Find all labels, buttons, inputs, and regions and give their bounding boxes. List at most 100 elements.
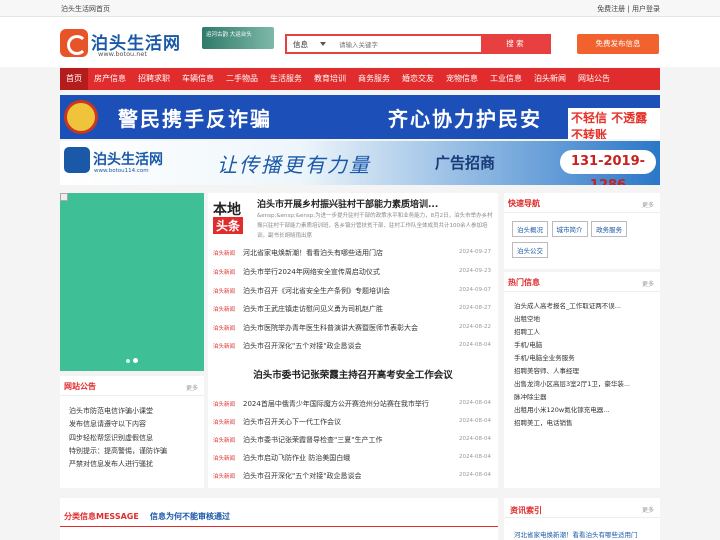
nav-item-industry[interactable]: 工业信息	[484, 68, 528, 90]
news-row[interactable]: 泊头新闻 泊头市举行2024年网络安全宣传周启动仪式 2024-09-23	[213, 265, 495, 278]
notice-item[interactable]: 特别提示：提高警惕，谨防诈骗	[69, 446, 167, 459]
news-category: 泊头新闻	[213, 402, 236, 408]
news-headline-2[interactable]: 泊头市委书记张荣霞主持召开高考安全工作会议	[208, 367, 498, 381]
nav-item-dating[interactable]: 婚恋交友	[396, 68, 440, 90]
nav-item-home[interactable]: 首页	[60, 68, 88, 90]
news-row[interactable]: 泊头新闻 泊头市医院举办青年医生科普演讲大赛暨医师节表彰大会 2024-08-2…	[213, 321, 495, 334]
search-button[interactable]: 搜 索	[481, 36, 549, 52]
banner-slogan-left: 警民携手反诈骗	[118, 107, 272, 131]
image-slider[interactable]	[60, 193, 204, 371]
search-input[interactable]	[339, 38, 479, 51]
hot-info-item[interactable]: 出租用小米120w氮化镓充电器...	[514, 404, 630, 417]
news-title[interactable]: 河北省家电焕新潮！看看泊头有哪些适用门店	[243, 248, 383, 258]
hot-info-title: 热门信息	[508, 278, 540, 287]
news-date: 2024-08-04	[459, 454, 491, 460]
quick-nav-tags: 泊头概况 城市简介 政务服务 泊头公交	[512, 221, 656, 263]
small-banner-text-1: 运河古韵	[206, 32, 229, 38]
broken-image-icon	[60, 193, 68, 201]
news-date: 2024-08-04	[459, 400, 491, 406]
hot-info-item[interactable]: 出租空地	[514, 313, 630, 326]
news-title[interactable]: 泊头市王武庄镇走访慰问见义勇为司机赵广胜	[243, 304, 383, 314]
notice-item[interactable]: 泊头市防范电信诈骗小课堂	[69, 406, 167, 419]
logo-mark-icon	[60, 29, 88, 57]
nav-item-education[interactable]: 教育培训	[308, 68, 352, 90]
hot-info-item[interactable]: 泊头成人高考报名_工作取证两不误...	[514, 300, 630, 313]
news-index-card: 资讯索引 更多 河北省家电焕新潮！看看泊头有哪些适用门	[504, 498, 660, 540]
nav-item-business[interactable]: 商务服务	[352, 68, 396, 90]
news-title[interactable]: 2024首届中俄青少年国际魔方公开赛沧州分站赛在我市举行	[243, 399, 429, 409]
news-title[interactable]: 泊头市召开关心下一代工作会议	[243, 417, 341, 427]
news-date: 2024-09-23	[459, 268, 491, 274]
notice-more-link[interactable]: 更多	[186, 383, 198, 392]
news-category: 泊头新闻	[213, 326, 236, 332]
small-banner[interactable]: 运河古韵 大运台头	[202, 27, 274, 49]
banner-slogan-right: 不轻信 不透露 不转账	[568, 108, 660, 139]
news-row[interactable]: 泊头新闻 河北省家电焕新潮！看看泊头有哪些适用门店 2024-09-27	[213, 246, 495, 259]
quick-nav-tag[interactable]: 泊头公交	[512, 242, 548, 258]
review-help-link[interactable]: 信息为何不能审核通过	[150, 511, 230, 522]
news-row[interactable]: 泊头新闻 泊头市召开深化"五个对接"政企恳谈会 2024-08-04	[213, 469, 495, 482]
hot-info-item[interactable]: 招聘工人	[514, 326, 630, 339]
news-title[interactable]: 泊头市召开深化"五个对接"政企恳谈会	[243, 341, 361, 351]
news-row[interactable]: 泊头新闻 泊头市委书记张荣霞督导检查"三夏"生产工作 2024-08-04	[213, 433, 495, 446]
nav-item-pets[interactable]: 宠物信息	[440, 68, 484, 90]
news-title[interactable]: 泊头市召开《河北省安全生产条例》专题培训会	[243, 286, 390, 296]
nav-item-secondhand[interactable]: 二手物品	[220, 68, 264, 90]
news-row[interactable]: 泊头新闻 2024首届中俄青少年国际魔方公开赛沧州分站赛在我市举行 2024-0…	[213, 397, 495, 410]
news-title[interactable]: 泊头市医院举办青年医生科普演讲大赛暨医师节表彰大会	[243, 323, 418, 333]
news-category: 泊头新闻	[213, 289, 236, 295]
news-row[interactable]: 泊头新闻 泊头市召开深化"五个对接"政企恳谈会 2024-08-04	[213, 339, 495, 352]
logo-url: www.botou.net	[98, 50, 147, 58]
nav-item-vehicles[interactable]: 车辆信息	[176, 68, 220, 90]
quick-nav-tag[interactable]: 城市简介	[551, 221, 588, 237]
notice-item[interactable]: 四步轻松帮您识别虚假信息	[69, 433, 167, 446]
news-row[interactable]: 泊头新闻 泊头市召开关心下一代工作会议 2024-08-04	[213, 415, 495, 428]
home-link[interactable]: 泊头生活网首页	[61, 4, 110, 14]
hot-info-item[interactable]: 脉冲除尘器	[514, 391, 630, 404]
notice-item[interactable]: 发布信息请遵守以下内容	[69, 419, 167, 432]
slider-dot-active[interactable]	[133, 358, 138, 363]
slider-dot[interactable]	[126, 359, 130, 363]
hot-info-item[interactable]: 手机/电脑	[514, 339, 630, 352]
news-row[interactable]: 泊头新闻 泊头市启动飞防作业 防治美国白蛾 2024-08-04	[213, 451, 495, 464]
news-row[interactable]: 泊头新闻 泊头市召开《河北省安全生产条例》专题培训会 2024-09-07	[213, 284, 495, 297]
anti-fraud-banner[interactable]: 警民携手反诈骗 齐心协力护民安 不轻信 不透露 不转账	[60, 95, 660, 139]
news-headline[interactable]: 泊头市开展乡村振兴驻村干部能力素质培训...	[257, 197, 438, 210]
small-banner-text-2: 大运台头	[229, 32, 252, 38]
quick-nav-tag[interactable]: 泊头概况	[512, 221, 548, 237]
notice-title: 网站公告	[64, 382, 96, 391]
news-title[interactable]: 泊头市召开深化"五个对接"政企恳谈会	[243, 471, 361, 481]
news-category: 泊头新闻	[213, 456, 236, 462]
classified-title: 分类信息MESSAGE	[64, 512, 139, 521]
news-category: 泊头新闻	[213, 251, 236, 257]
post-info-button[interactable]: 免费发布信息	[577, 34, 659, 54]
hot-info-card: 热门信息 更多 泊头成人高考报名_工作取证两不误... 出租空地 招聘工人 手机…	[504, 272, 660, 488]
hot-info-item[interactable]: 手机/电脑全业务服务	[514, 352, 630, 365]
divider	[60, 526, 498, 527]
news-date: 2024-08-22	[459, 324, 491, 330]
site-logo[interactable]: 泊头生活网 www.botou.net	[60, 29, 198, 59]
hot-info-item[interactable]: 招聘美容师、人事经理	[514, 365, 630, 378]
nav-item-jobs[interactable]: 招聘求职	[132, 68, 176, 90]
quick-nav-more-link[interactable]: 更多	[642, 200, 654, 209]
news-title[interactable]: 泊头市委书记张荣霞督导检查"三夏"生产工作	[243, 435, 382, 445]
quick-nav-card: 快速导航 更多 泊头概况 城市简介 政务服务 泊头公交	[504, 193, 660, 269]
nav-item-life[interactable]: 生活服务	[264, 68, 308, 90]
nav-item-announcements[interactable]: 网站公告	[572, 68, 616, 90]
news-title[interactable]: 泊头市启动飞防作业 防治美国白蛾	[243, 453, 350, 463]
nav-item-news[interactable]: 泊头新闻	[528, 68, 572, 90]
ad-banner[interactable]: 泊头生活网 www.botou114.com 让传播更有力量 广告招商 131-…	[60, 141, 660, 185]
hot-info-item[interactable]: 出售龙湾小区高层3室2厅1卫，豪华装...	[514, 378, 630, 391]
nav-item-house[interactable]: 房产信息	[88, 68, 132, 90]
notice-item[interactable]: 严禁对信息发布人进行骚扰	[69, 459, 167, 472]
hot-info-more-link[interactable]: 更多	[642, 279, 654, 288]
news-title[interactable]: 泊头市举行2024年网络安全宣传周启动仪式	[243, 267, 380, 277]
news-index-more-link[interactable]: 更多	[642, 505, 654, 514]
search-category-select[interactable]: 信息	[293, 39, 308, 50]
news-category: 泊头新闻	[213, 270, 236, 276]
news-row[interactable]: 泊头新闻 泊头市王武庄镇走访慰问见义勇为司机赵广胜 2024-08-27	[213, 302, 495, 315]
hot-info-item[interactable]: 招聘美工，电话销售	[514, 417, 630, 430]
register-login-links[interactable]: 免费注册 | 用户登录	[597, 4, 660, 14]
quick-nav-tag[interactable]: 政务服务	[591, 221, 628, 237]
news-index-item[interactable]: 河北省家电焕新潮！看看泊头有哪些适用门	[514, 529, 638, 539]
